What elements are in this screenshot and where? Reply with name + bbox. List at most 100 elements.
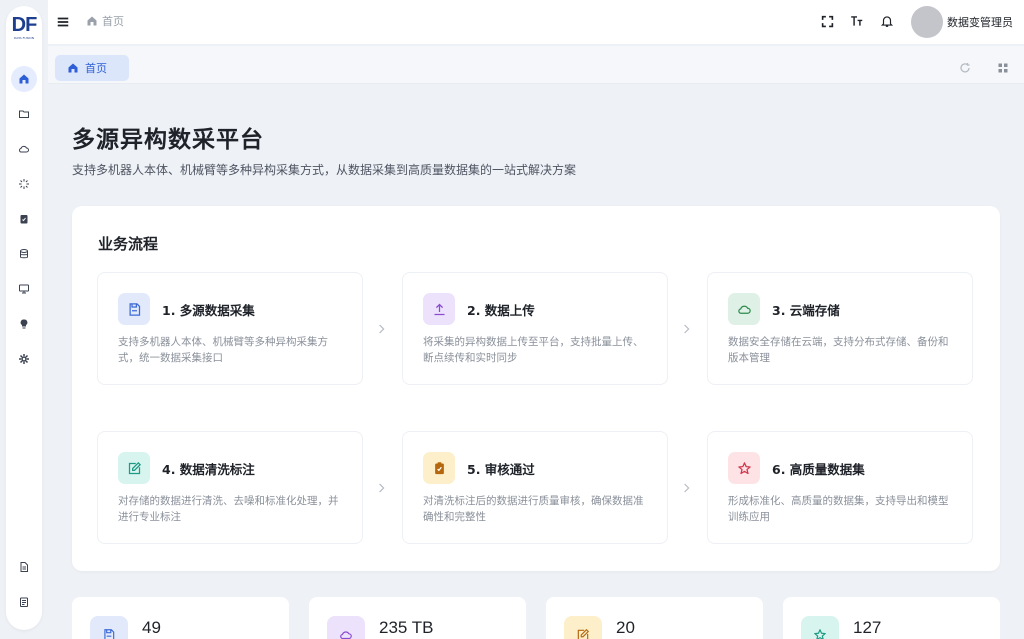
stat-card-collection[interactable]: 49 [72, 597, 289, 639]
step-icon-bg [728, 293, 760, 325]
sidebar-item-files[interactable] [11, 101, 37, 127]
star-icon [814, 629, 826, 639]
breadcrumb-home[interactable]: 首页 [102, 13, 124, 29]
sparkle-icon [19, 179, 29, 189]
grid-icon [998, 63, 1008, 73]
chevron-right-icon [682, 482, 692, 494]
stat-icon-bg [90, 616, 128, 639]
tab-bar: 首页 [48, 46, 1024, 84]
gear-icon [19, 354, 29, 364]
lightbulb-icon [20, 319, 28, 329]
chevron-right-icon [377, 482, 387, 494]
stat-icon-bg [801, 616, 839, 639]
sidebar-item-review[interactable] [11, 206, 37, 232]
stat-value: 20 [616, 618, 635, 637]
step-title: 5. 审核通过 [467, 462, 535, 477]
cloud-icon [737, 305, 751, 314]
cloud-icon [340, 631, 352, 639]
stat-card-datasets[interactable]: 127 [783, 597, 1000, 639]
save-icon [104, 629, 115, 639]
app-logo[interactable]: DF DATA FUSION [9, 14, 39, 46]
sidebar-item-insights[interactable] [11, 311, 37, 337]
home-icon [19, 74, 29, 84]
tab-label: 首页 [85, 62, 107, 75]
refresh-button[interactable] [959, 62, 971, 74]
menu-toggle-button[interactable] [56, 14, 70, 28]
sidebar-item-database[interactable] [11, 241, 37, 267]
step-icon-bg [423, 452, 455, 484]
step-description: 将采集的异构数据上传至平台，支持批量上传、断点续传和实时同步 [423, 336, 644, 364]
stat-icon-bg [327, 616, 365, 639]
logo-mark: DF [11, 14, 38, 36]
stat-value: 49 [142, 618, 161, 637]
clipboard-check-icon [20, 215, 28, 224]
database-icon [20, 249, 28, 259]
step-title: 6. 高质量数据集 [772, 462, 865, 477]
font-size-button[interactable] [850, 14, 864, 28]
chevron-right-icon [682, 323, 692, 335]
stat-value: 235 TB [379, 618, 434, 637]
fullscreen-icon [821, 15, 833, 27]
step-title: 3. 云端存储 [772, 303, 840, 318]
breadcrumb: 首页 [86, 13, 124, 29]
sidebar-item-docs[interactable] [11, 554, 37, 580]
step-icon-bg [118, 452, 150, 484]
tab-home[interactable]: 首页 [55, 55, 129, 81]
bell-icon [880, 16, 894, 27]
upload-icon [434, 303, 444, 315]
refresh-icon [960, 63, 970, 73]
home-icon [68, 63, 78, 73]
hamburger-icon [57, 17, 69, 27]
sidebar-item-settings[interactable] [11, 346, 37, 372]
sidebar-item-home[interactable] [11, 66, 37, 92]
step-description: 形成标准化、高质量的数据集，支持导出和模型训练应用 [728, 495, 949, 523]
step-icon-bg [423, 293, 455, 325]
stat-icon-bg [564, 616, 602, 639]
sidebar-item-monitor[interactable] [11, 276, 37, 302]
username[interactable]: 数据变管理员 [947, 14, 1013, 30]
stat-card-annotation[interactable]: 20 [546, 597, 763, 639]
step-description: 对存储的数据进行清洗、去噪和标准化处理，并进行专业标注 [118, 495, 339, 523]
logo-subtitle: DATA FUSION [14, 36, 34, 40]
monitor-icon [19, 284, 29, 294]
workflow-card: 业务流程 1. 多源数据采集 支持多机器人本体、机械臂等多种异构采集方式，统一数… [72, 206, 1000, 571]
stat-card-storage[interactable]: 235 TB [309, 597, 526, 639]
step-description: 对清洗标注后的数据进行质量审核，确保数据准确性和完整性 [423, 495, 644, 523]
sidebar-item-cloud[interactable] [11, 136, 37, 162]
top-header: 首页 数据变管理员 [48, 0, 1024, 44]
fullscreen-button[interactable] [820, 14, 834, 28]
workflow-step-6[interactable]: 6. 高质量数据集 形成标准化、高质量的数据集，支持导出和模型训练应用 [707, 431, 973, 544]
step-description: 数据安全存储在云端，支持分布式存储、备份和版本管理 [728, 336, 949, 364]
workflow-step-5[interactable]: 5. 审核通过 对清洗标注后的数据进行质量审核，确保数据准确性和完整性 [402, 431, 668, 544]
workflow-step-4[interactable]: 4. 数据清洗标注 对存储的数据进行清洗、去噪和标准化处理，并进行专业标注 [97, 431, 363, 544]
sidebar-item-notes[interactable] [11, 589, 37, 615]
step-description: 支持多机器人本体、机械臂等多种异构采集方式，统一数据采集接口 [118, 336, 328, 364]
layout-grid-button[interactable] [997, 62, 1009, 74]
page-subtitle: 支持多机器人本体、机械臂等多种异构采集方式，从数据采集到高质量数据集的一站式解决… [72, 163, 577, 177]
sidebar: DF DATA FUSION [6, 6, 42, 630]
star-icon [737, 461, 751, 474]
sidebar-item-processing[interactable] [11, 171, 37, 197]
workflow-step-2[interactable]: 2. 数据上传 将采集的异构数据上传至平台，支持批量上传、断点续传和实时同步 [402, 272, 668, 385]
cloud-icon [19, 145, 29, 153]
workflow-step-3[interactable]: 3. 云端存储 数据安全存储在云端，支持分布式存储、备份和版本管理 [707, 272, 973, 385]
chevron-right-icon [377, 323, 387, 335]
workflow-step-1[interactable]: 1. 多源数据采集 支持多机器人本体、机械臂等多种异构采集方式，统一数据采集接口 [97, 272, 363, 385]
user-avatar[interactable] [911, 6, 943, 38]
step-title: 1. 多源数据采集 [162, 303, 255, 318]
folder-icon [19, 110, 29, 118]
workflow-title: 业务流程 [98, 235, 159, 253]
step-title: 4. 数据清洗标注 [162, 462, 255, 477]
clipboard-check-icon [434, 461, 444, 474]
step-icon-bg [118, 293, 150, 325]
step-title: 2. 数据上传 [467, 303, 535, 318]
save-icon [129, 302, 140, 316]
stat-value: 127 [853, 618, 882, 637]
edit-icon [577, 628, 590, 639]
notes-icon [20, 597, 28, 607]
page-title: 多源异构数采平台 [72, 127, 264, 153]
step-icon-bg [728, 452, 760, 484]
notifications-button[interactable] [880, 14, 894, 28]
edit-icon [128, 461, 141, 474]
home-icon [87, 16, 97, 26]
